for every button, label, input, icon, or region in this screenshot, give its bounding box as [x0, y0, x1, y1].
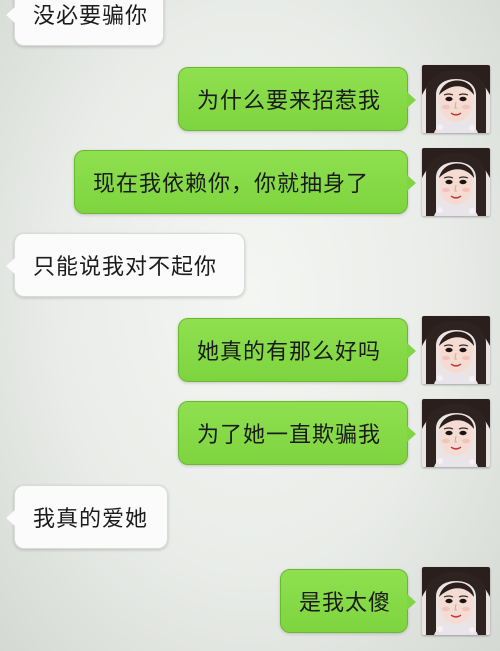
sent-message-bubble[interactable]: 为什么要来招惹我 [178, 67, 416, 131]
received-message-bubble[interactable]: 没必要骗你 [6, 0, 164, 46]
portrait-icon [422, 65, 490, 133]
portrait-icon [422, 148, 490, 216]
user-avatar[interactable] [422, 148, 490, 216]
portrait-icon [422, 316, 490, 384]
message-text: 只能说我对不起你 [33, 255, 218, 280]
message-text: 是我太傻 [299, 591, 392, 616]
received-message-bubble[interactable]: 只能说我对不起你 [6, 233, 245, 297]
sent-message-bubble[interactable]: 现在我依赖你，你就抽身了 [74, 150, 416, 214]
message-text: 为了她一直欺骗我 [197, 423, 382, 448]
portrait-icon [422, 399, 490, 467]
user-avatar[interactable] [422, 399, 490, 467]
user-avatar[interactable] [422, 65, 490, 133]
sent-message-bubble[interactable]: 是我太傻 [280, 569, 416, 633]
user-avatar[interactable] [422, 567, 490, 635]
chat-message-list: 没必要骗你 为什么要来招惹我 现在我依赖你，你就抽身了 只能说我对不起你 她真的… [0, 0, 500, 651]
sent-message-bubble[interactable]: 为了她一直欺骗我 [178, 401, 416, 465]
message-text: 没必要骗你 [33, 4, 149, 29]
message-text: 她真的有那么好吗 [197, 340, 382, 365]
sent-message-bubble[interactable]: 她真的有那么好吗 [178, 318, 416, 382]
received-message-bubble[interactable]: 我真的爱她 [6, 485, 168, 549]
user-avatar[interactable] [422, 316, 490, 384]
portrait-icon [422, 567, 490, 635]
message-text: 为什么要来招惹我 [197, 89, 382, 114]
message-text: 现在我依赖你，你就抽身了 [93, 172, 370, 197]
message-text: 我真的爱她 [33, 507, 149, 532]
